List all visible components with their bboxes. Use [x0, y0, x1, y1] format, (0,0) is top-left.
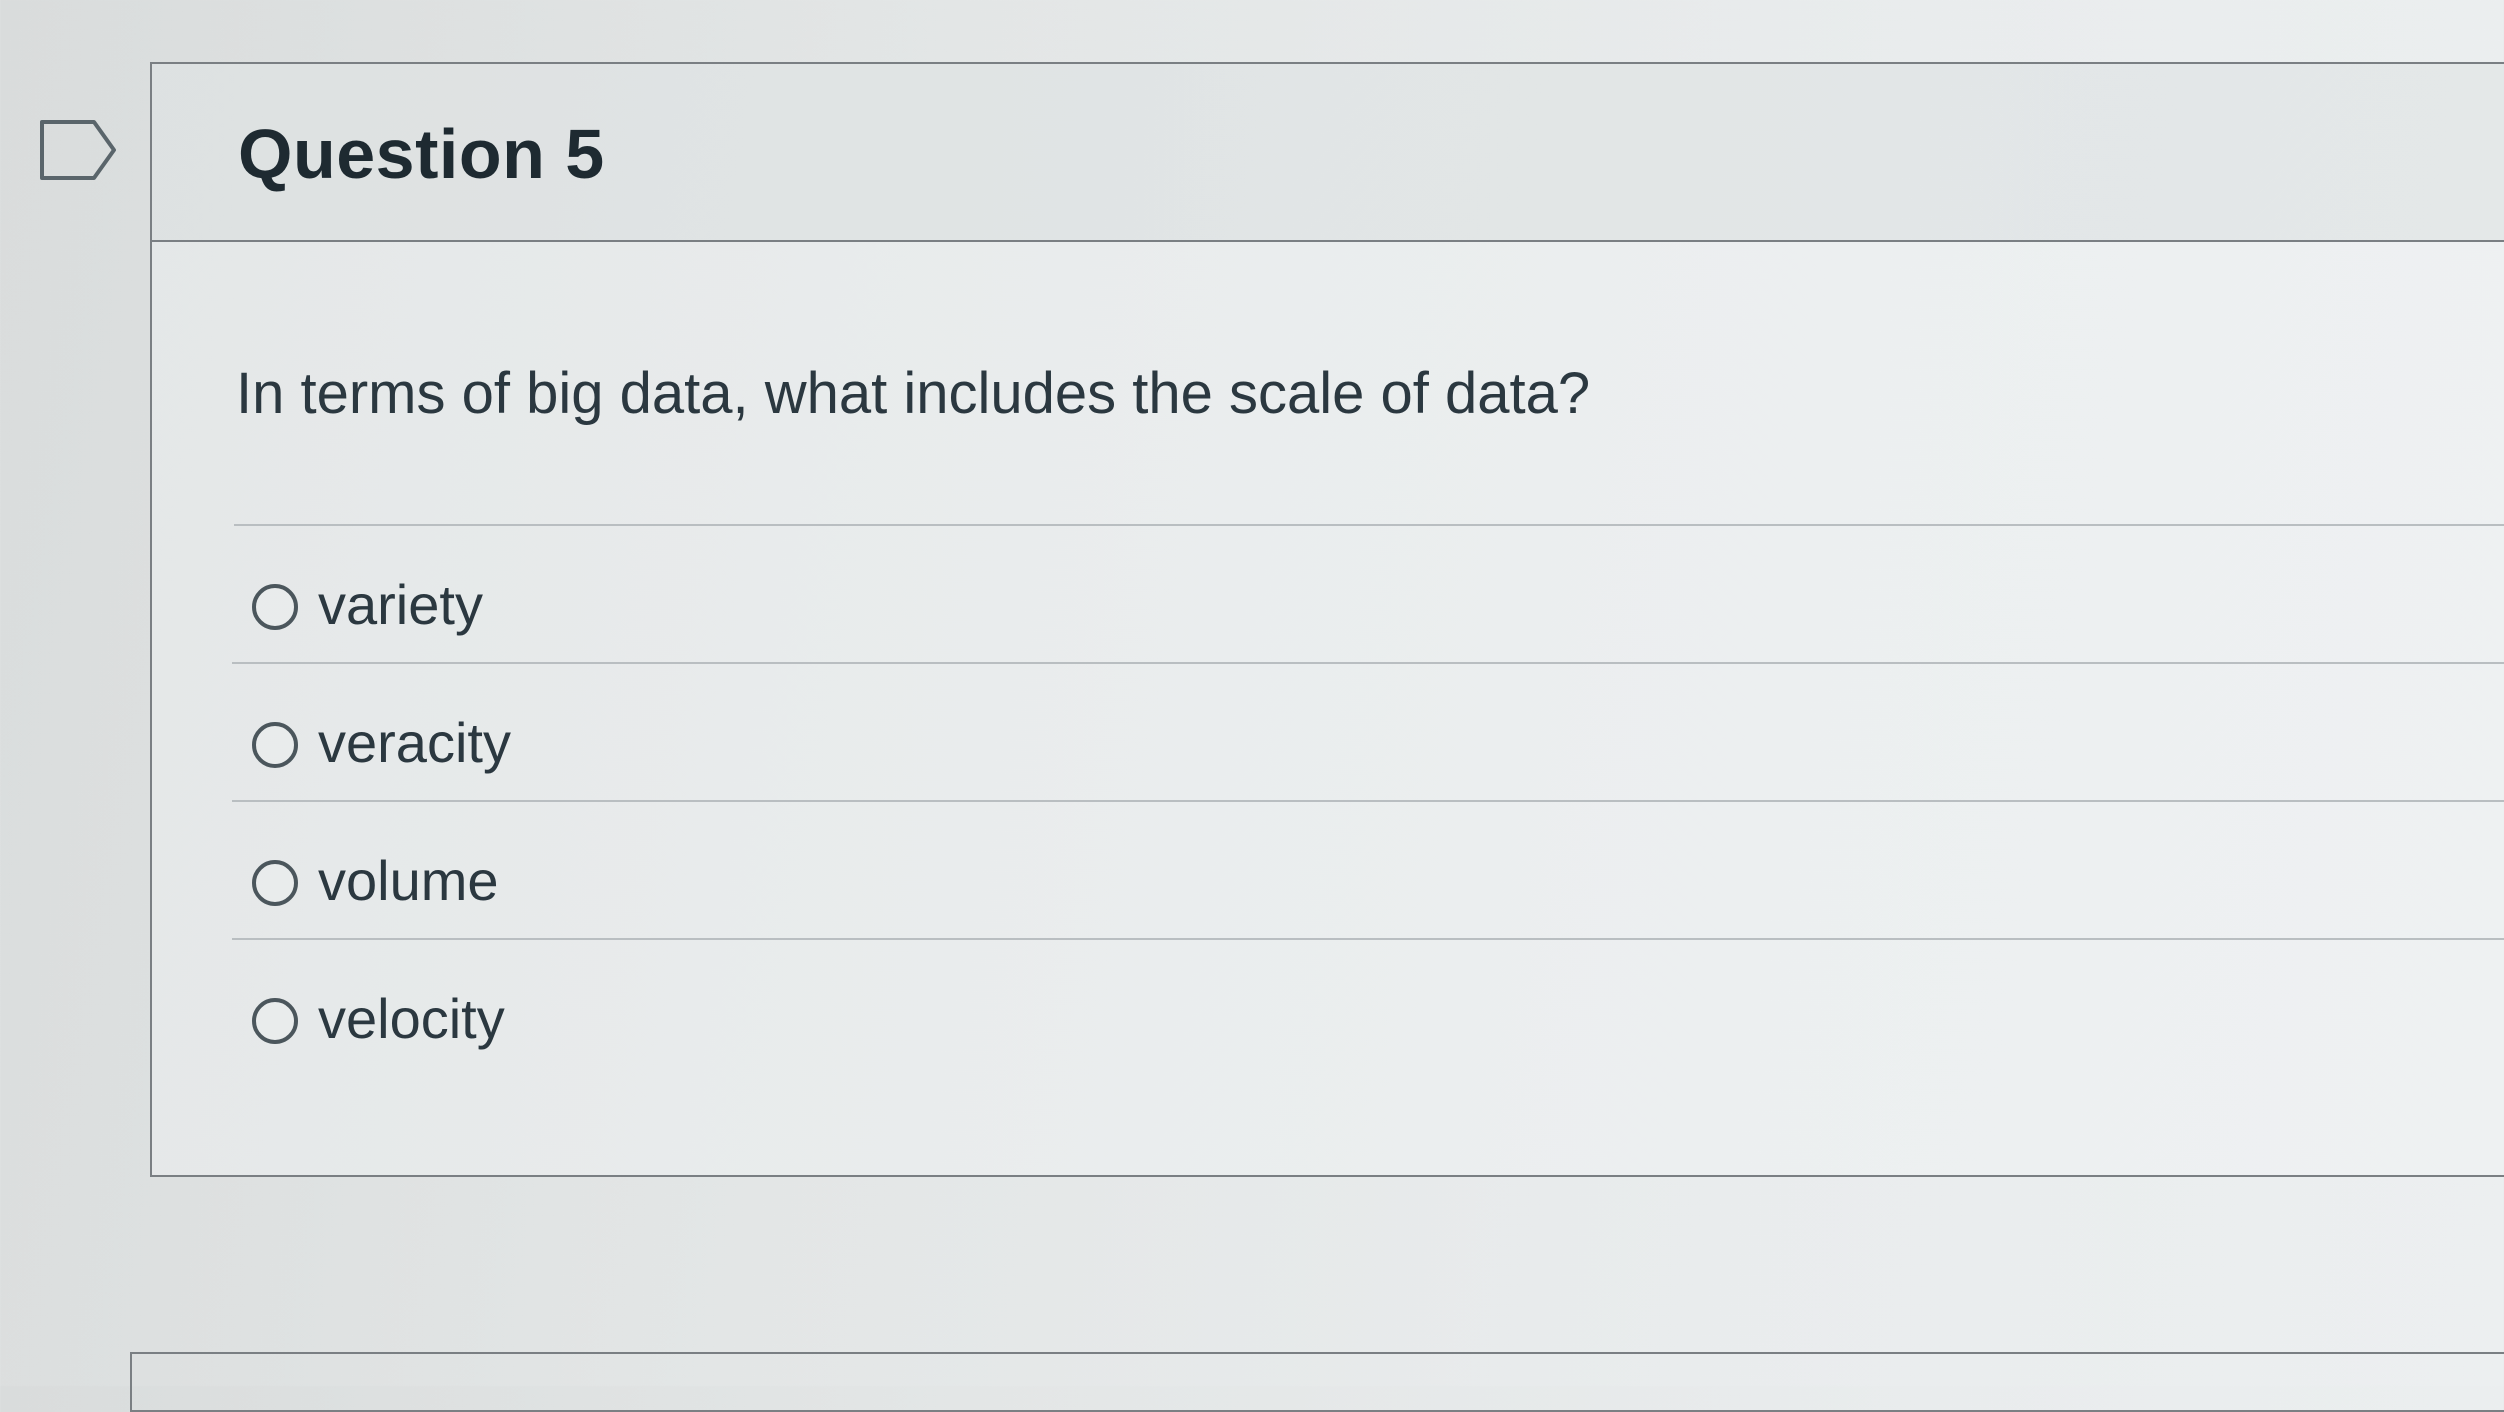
answer-label[interactable]: volume	[318, 848, 499, 913]
question-header: Question 5	[152, 64, 2504, 242]
question-prompt: In terms of big data, what includes the …	[236, 361, 1591, 426]
question-card: Question 5 In terms of big data, what in…	[150, 62, 2504, 1177]
radio-button-icon[interactable]	[252, 860, 298, 906]
radio-button-icon[interactable]	[252, 998, 298, 1044]
answer-option-variety[interactable]: variety	[232, 526, 2504, 664]
answer-option-velocity[interactable]: velocity	[232, 940, 2504, 1076]
answer-option-volume[interactable]: volume	[232, 802, 2504, 940]
answer-label[interactable]: veracity	[318, 710, 511, 775]
answer-list: variety veracity volume velocity	[232, 526, 2504, 1076]
radio-button-icon[interactable]	[252, 722, 298, 768]
flag-question-icon[interactable]	[38, 118, 118, 182]
answer-label[interactable]: velocity	[318, 986, 505, 1051]
answer-label[interactable]: variety	[318, 572, 483, 637]
question-title: Question 5	[238, 115, 605, 193]
radio-button-icon[interactable]	[252, 584, 298, 630]
answer-option-veracity[interactable]: veracity	[232, 664, 2504, 802]
next-question-card	[130, 1352, 2504, 1412]
